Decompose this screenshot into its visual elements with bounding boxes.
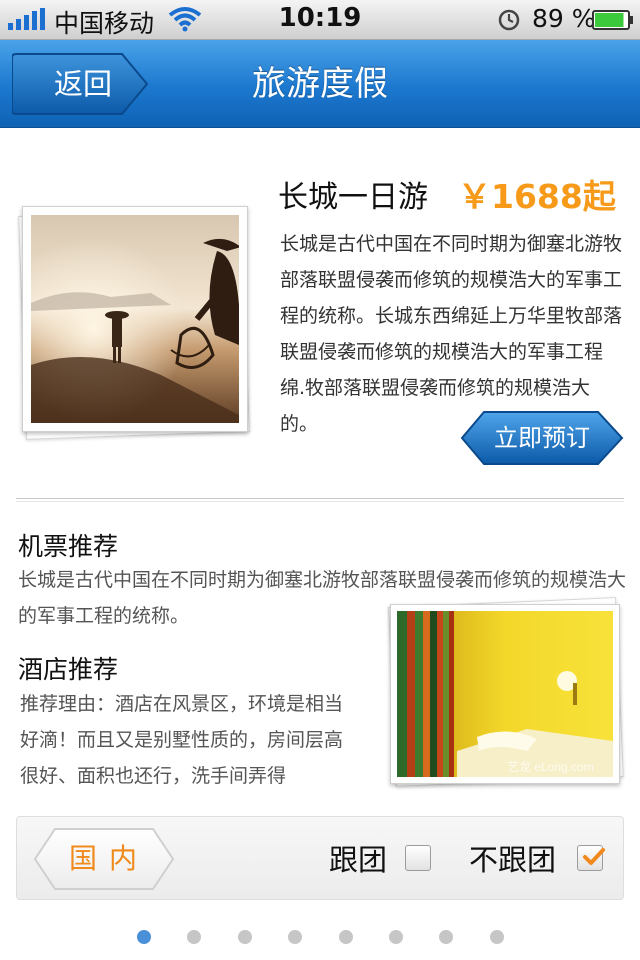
domestic-label: 国内 xyxy=(68,842,149,875)
section-divider xyxy=(16,498,624,502)
alarm-clock-icon xyxy=(498,9,520,31)
page-dot[interactable] xyxy=(338,930,353,944)
checkmark-icon xyxy=(583,848,605,865)
battery-icon xyxy=(592,10,633,30)
independent-tour-checkbox[interactable] xyxy=(577,845,605,871)
page-dot[interactable] xyxy=(237,930,252,944)
page-dot[interactable] xyxy=(137,930,151,944)
great-wall-tour-image xyxy=(31,215,239,423)
page-dot[interactable] xyxy=(489,930,504,944)
flight-recommend-heading[interactable]: 机票推荐 xyxy=(18,527,118,563)
page-dot[interactable] xyxy=(288,930,303,944)
trip-price: ￥1688起 xyxy=(458,177,616,216)
tour-filter-bar: 国内 跟团 不跟团 xyxy=(16,816,624,900)
domestic-tab[interactable]: 国内 xyxy=(33,827,175,891)
hotel-recommend-heading[interactable]: 酒店推荐 xyxy=(18,650,118,686)
book-now-label: 立即预订 xyxy=(494,424,590,452)
independent-tour-label[interactable]: 不跟团 xyxy=(469,837,556,879)
page-dot[interactable] xyxy=(389,930,403,944)
hotel-recommend-description: 推荐理由：酒店在风景区，环境是相当好滴！而且又是别墅性质的，房间层高很好、面积也… xyxy=(20,693,344,787)
page-title: 旅游度假 xyxy=(252,64,388,104)
trip-title[interactable]: 长城一日游 xyxy=(278,172,428,216)
trip-photo[interactable] xyxy=(16,204,252,440)
book-now-button[interactable]: 立即预订 xyxy=(460,410,624,466)
status-bar: 中国移动 10:19 89 % xyxy=(0,0,640,40)
hotel-photo[interactable]: 艺龙 eLong.com xyxy=(386,597,624,788)
page-indicator[interactable] xyxy=(0,930,640,946)
page-dot[interactable] xyxy=(187,930,202,944)
hotel-room-image: 艺龙 eLong.com xyxy=(397,611,613,777)
group-tour-label[interactable]: 跟团 xyxy=(329,837,387,879)
watermark: 艺龙 eLong.com xyxy=(507,760,594,774)
group-tour-checkbox[interactable] xyxy=(405,845,431,871)
battery-percent: 89 % xyxy=(532,4,596,33)
page-dot[interactable] xyxy=(439,930,454,944)
